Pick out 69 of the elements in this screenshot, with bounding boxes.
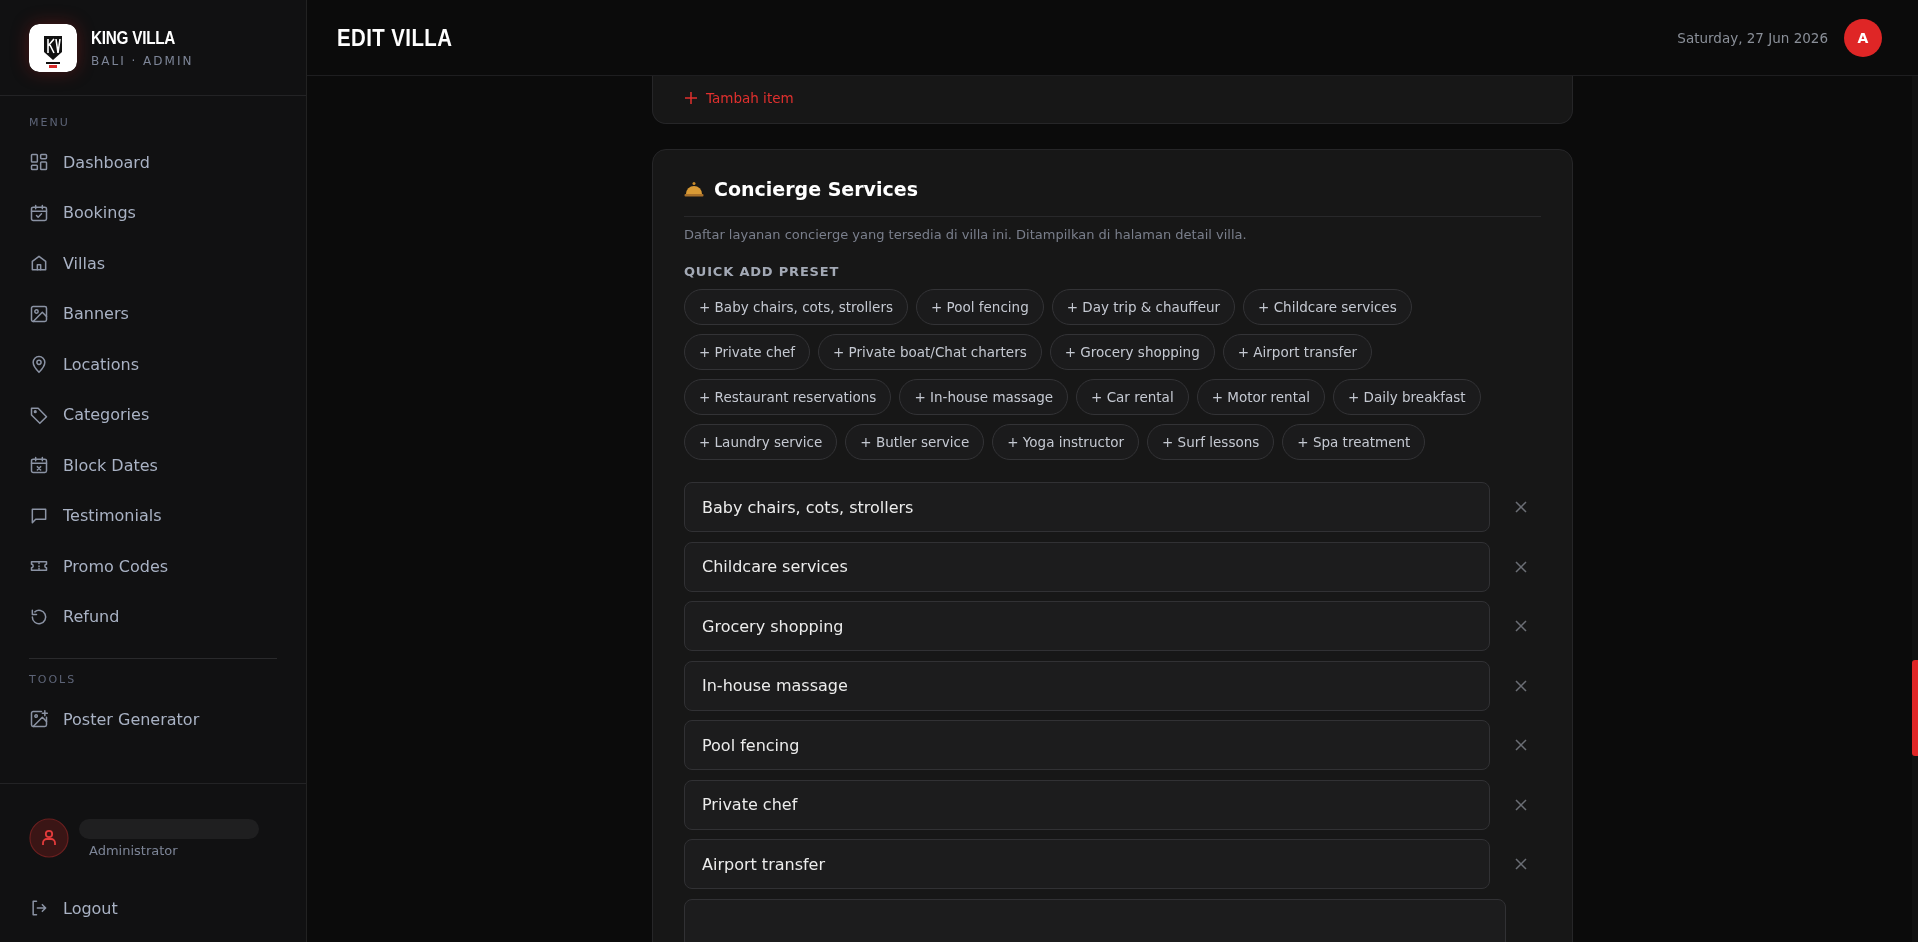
preset-chip[interactable]: + Childcare services [1243, 289, 1412, 325]
logout-icon [29, 898, 49, 918]
poster-icon [29, 709, 49, 730]
preset-label: QUICK ADD PRESET [684, 264, 841, 279]
service-input[interactable]: Baby chairs, cots, strollers [684, 482, 1490, 532]
preset-chip[interactable]: + Yoga instructor [992, 424, 1139, 460]
service-input[interactable]: Grocery shopping [684, 601, 1490, 651]
user-avatar[interactable]: A [1844, 18, 1882, 57]
preset-chip[interactable]: + Airport transfer [1222, 334, 1373, 370]
section-label: MENU [29, 116, 71, 129]
close-icon [1515, 560, 1528, 573]
close-icon [1515, 501, 1528, 513]
service-bell-icon [684, 181, 704, 197]
user-avatar-icon [29, 818, 69, 858]
preset-chip[interactable]: + Pool fencing [916, 289, 1044, 325]
preset-chip[interactable]: + Car rental [1076, 379, 1189, 415]
plus-icon [684, 91, 698, 105]
brand-name: KING VILLA [91, 27, 177, 49]
calendar-icon [29, 202, 49, 223]
preset-chip[interactable]: + Private boat/Chat charters [818, 334, 1042, 370]
brand-subtitle: BALI · ADMIN [91, 53, 194, 68]
sidebar-item[interactable]: Promo Codes [29, 541, 277, 592]
service-input[interactable]: Childcare services [684, 541, 1490, 592]
close-icon [1515, 620, 1528, 632]
logo-drawing [29, 23, 77, 72]
preset-chip[interactable]: + Restaurant reservations [684, 379, 892, 415]
preset-chip[interactable]: + Motor rental [1196, 379, 1325, 415]
page-title: EDIT VILLA [337, 23, 453, 52]
sidebar-item[interactable]: Testimonials [29, 490, 277, 541]
grid-icon [29, 152, 49, 173]
service-input[interactable]: Pool fencing [684, 720, 1490, 770]
service-input[interactable]: Private chef [684, 779, 1490, 830]
sidebar-item[interactable]: Dashboard [29, 137, 277, 188]
preset-chip[interactable]: + Private chef [684, 334, 810, 370]
close-icon [1515, 739, 1528, 751]
sidebar-item[interactable]: Poster Generator [29, 694, 277, 745]
close-icon [1515, 798, 1528, 811]
sidebar-item[interactable]: Locations [29, 339, 277, 390]
add-item-button[interactable]: Tambah item [684, 88, 794, 108]
preset-chip[interactable]: + Daily breakfast [1333, 379, 1481, 415]
close-icon [1515, 858, 1528, 870]
image-icon [29, 303, 49, 324]
preset-chip[interactable]: + Spa treatment [1282, 424, 1426, 460]
sidebar-item[interactable]: Block Dates [29, 440, 277, 491]
sidebar-item[interactable]: Categories [29, 389, 277, 440]
scrollbar-thumb[interactable] [1912, 660, 1918, 756]
calendarx-icon [29, 455, 49, 476]
sidebar-item[interactable]: Banners [29, 288, 277, 339]
date-text: Saturday, 27 Jun 2026 [1677, 29, 1828, 46]
sidebar-item[interactable]: Refund [29, 591, 277, 642]
preset-chip[interactable]: + Day trip & chauffeur [1051, 289, 1236, 325]
service-input[interactable] [684, 898, 1506, 942]
preset-chip[interactable]: + Baby chairs, cots, strollers [684, 289, 908, 325]
preset-chip[interactable]: + Butler service [845, 424, 985, 460]
section-label: TOOLS [29, 673, 78, 686]
user-role: Administrator [88, 842, 179, 858]
pin-icon [29, 354, 49, 375]
card-description: Daftar layanan concierge yang tersedia di villa ini. Ditampilkan di halaman detail villa. [684, 227, 1248, 242]
preset-chip[interactable]: + Laundry service [684, 424, 838, 460]
close-icon [1515, 679, 1528, 692]
preset-chip[interactable]: + Surf lessons [1147, 424, 1275, 460]
sidebar-item[interactable]: Villas [29, 238, 277, 289]
service-input[interactable]: Airport transfer [684, 839, 1490, 889]
logout-link[interactable]: Logout [29, 888, 277, 928]
preset-chip[interactable]: + In-house massage [899, 379, 1069, 415]
sidebar-item[interactable]: Bookings [29, 187, 277, 238]
card-title: Concierge Services [714, 178, 918, 200]
service-input[interactable]: In-house massage [684, 660, 1490, 711]
preset-chip[interactable]: + Grocery shopping [1049, 334, 1215, 370]
